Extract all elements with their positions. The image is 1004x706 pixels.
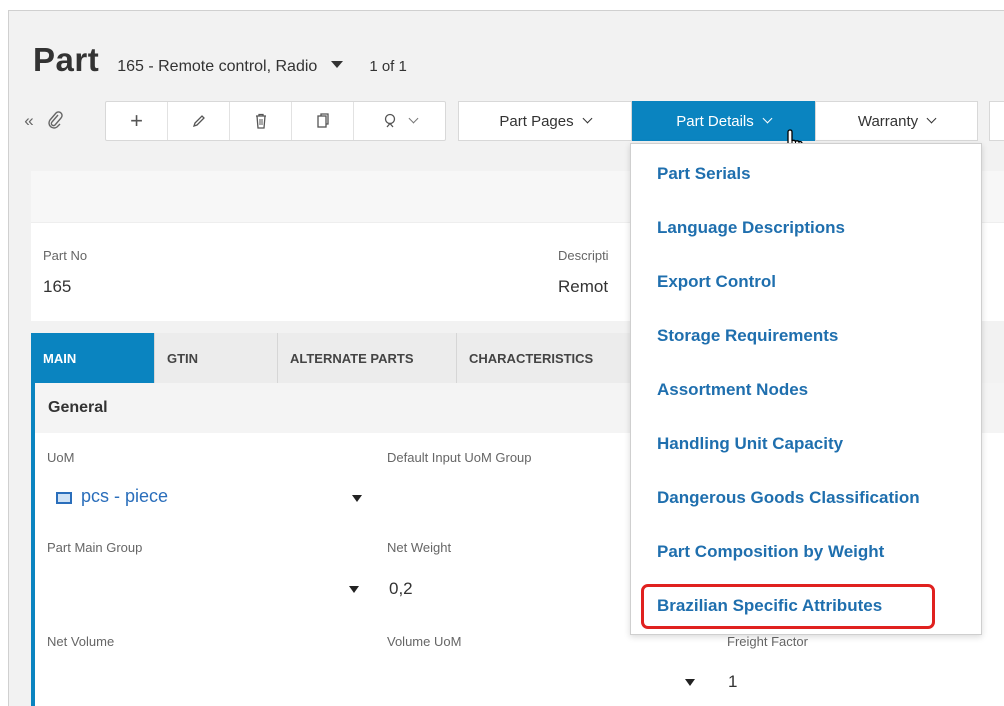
part-no-value: 165 <box>43 277 72 296</box>
uom-label: UoM <box>47 450 75 465</box>
chevron-down-icon <box>762 113 773 123</box>
part-details-label: Part Details <box>676 112 754 130</box>
menu-item-part-composition-by-weight[interactable]: Part Composition by Weight <box>657 542 884 562</box>
delete-button[interactable] <box>230 102 292 140</box>
menu-item-storage-requirements[interactable]: Storage Requirements <box>657 326 838 346</box>
part-main-group-dropdown-icon[interactable] <box>349 586 359 593</box>
menu-item-part-serials[interactable]: Part Serials <box>657 164 751 184</box>
description-label: Descripti <box>558 248 609 263</box>
tab-characteristics[interactable]: CHARACTERISTICS <box>457 333 633 383</box>
part-pages-label: Part Pages <box>499 112 574 130</box>
action-button-group: + <box>105 101 446 141</box>
menu-item-language-descriptions[interactable]: Language Descriptions <box>657 218 845 238</box>
more-nav-button[interactable] <box>989 101 1004 141</box>
uom-dropdown-icon[interactable] <box>352 495 362 502</box>
chevron-down-icon <box>582 113 593 123</box>
copy-icon <box>316 113 329 128</box>
toolbar: « + Part Pages Part Details Warranty <box>9 101 1004 141</box>
chevron-down-icon <box>926 113 937 123</box>
tab-label: MAIN <box>43 350 77 366</box>
caret-down-icon[interactable] <box>331 61 344 68</box>
add-button[interactable]: + <box>106 102 168 140</box>
copy-button[interactable] <box>292 102 354 140</box>
menu-item-dangerous-goods-classification[interactable]: Dangerous Goods Classification <box>657 488 920 508</box>
search-filter-button[interactable] <box>354 102 445 140</box>
tab-gtin[interactable]: GTIN <box>155 333 278 383</box>
record-selector[interactable]: 165 - Remote control, Radio <box>117 58 317 76</box>
part-pages-button[interactable]: Part Pages <box>458 101 632 141</box>
part-main-group-label: Part Main Group <box>47 540 143 555</box>
part-details-menu: Part Serials Language Descriptions Expor… <box>630 143 982 635</box>
collapse-icon[interactable]: « <box>19 111 39 131</box>
uom-value-link[interactable]: pcs - piece <box>81 486 168 507</box>
default-input-uom-group-label: Default Input UoM Group <box>387 450 532 465</box>
tab-bar: MAIN GTIN ALTERNATE PARTS CHARACTERISTIC… <box>31 333 633 383</box>
section-title: General <box>48 399 108 416</box>
freight-factor-label: Freight Factor <box>727 634 808 649</box>
add-icon: + <box>130 108 143 133</box>
freight-factor-value[interactable]: 1 <box>728 672 737 692</box>
warranty-button[interactable]: Warranty <box>815 101 978 141</box>
chevron-down-icon <box>408 113 419 123</box>
net-weight-label: Net Weight <box>387 540 452 555</box>
warranty-label: Warranty <box>857 112 919 130</box>
page-title: Part <box>33 41 100 78</box>
tab-main[interactable]: MAIN <box>31 333 155 383</box>
menu-item-handling-unit-capacity[interactable]: Handling Unit Capacity <box>657 434 843 454</box>
attachment-icon[interactable] <box>45 111 65 134</box>
edit-button[interactable] <box>168 102 230 140</box>
record-count: 1 of 1 <box>369 58 407 75</box>
highlight-annotation <box>641 584 935 629</box>
part-no-label: Part No <box>43 248 88 263</box>
uom-icon <box>56 492 72 504</box>
menu-item-export-control[interactable]: Export Control <box>657 272 776 292</box>
net-weight-value[interactable]: 0,2 <box>389 579 413 599</box>
tab-label: GTIN <box>167 350 199 366</box>
tab-label: ALTERNATE PARTS <box>290 350 414 366</box>
delete-icon <box>255 113 266 129</box>
volume-uom-label: Volume UoM <box>387 634 462 649</box>
description-value: Remot <box>558 277 609 296</box>
menu-item-assortment-nodes[interactable]: Assortment Nodes <box>657 380 808 400</box>
freight-factor-dropdown-icon[interactable] <box>685 679 695 686</box>
tab-alternate-parts[interactable]: ALTERNATE PARTS <box>278 333 457 383</box>
page-header: Part 165 - Remote control, Radio 1 of 1 <box>33 41 407 79</box>
edit-icon <box>192 115 205 128</box>
tab-label: CHARACTERISTICS <box>469 350 594 366</box>
search-filter-icon <box>384 113 396 128</box>
net-volume-label: Net Volume <box>47 634 115 649</box>
